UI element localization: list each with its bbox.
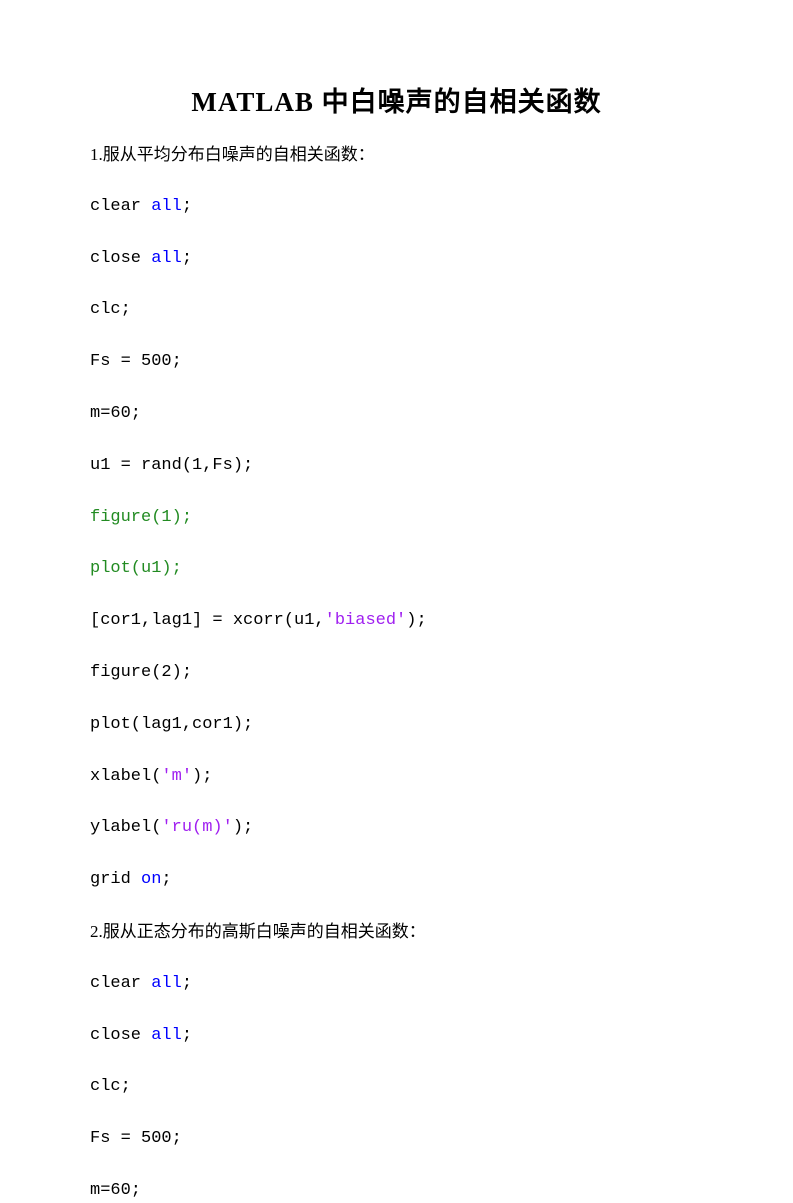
code-token: all <box>151 1026 182 1045</box>
code-token: 'ru(m)' <box>161 818 232 837</box>
code-token: ); <box>192 767 212 786</box>
code-line: close all; <box>90 1024 703 1048</box>
code-token: close <box>90 1026 151 1045</box>
code-token: all <box>151 249 182 268</box>
code-token: ); <box>406 611 426 630</box>
code-token: ; <box>182 1026 192 1045</box>
code-line: Fs = 500; <box>90 1127 703 1151</box>
code-token: m=60; <box>90 1181 141 1200</box>
code-line: clc; <box>90 298 703 322</box>
section-heading: 1.服从平均分布白噪声的自相关函数： <box>90 143 703 167</box>
code-line: clc; <box>90 1075 703 1099</box>
code-token: on <box>141 870 161 889</box>
code-line: figure(2); <box>90 661 703 685</box>
document-body: 1.服从平均分布白噪声的自相关函数：clear all;close all;cl… <box>90 143 703 1203</box>
code-token: ylabel( <box>90 818 161 837</box>
code-token: 'biased' <box>325 611 407 630</box>
code-token: all <box>151 974 182 993</box>
code-token: clear <box>90 197 151 216</box>
code-token: grid <box>90 870 141 889</box>
code-line: m=60; <box>90 1179 703 1203</box>
code-line: close all; <box>90 247 703 271</box>
code-token: Fs = 500; <box>90 1129 182 1148</box>
code-token: plot(u1); <box>90 559 182 578</box>
code-line: plot(lag1,cor1); <box>90 713 703 737</box>
code-token: ; <box>182 974 192 993</box>
code-token: figure(2); <box>90 663 192 682</box>
code-token: 'm' <box>161 767 192 786</box>
code-token: [cor1,lag1] = xcorr(u1, <box>90 611 325 630</box>
code-line: m=60; <box>90 402 703 426</box>
code-line: u1 = rand(1,Fs); <box>90 454 703 478</box>
code-token: 2.服从正态分布的高斯白噪声的自相关函数： <box>90 922 426 941</box>
code-token: m=60; <box>90 404 141 423</box>
code-token: ; <box>161 870 171 889</box>
code-token: clc; <box>90 1077 131 1096</box>
code-token: Fs = 500; <box>90 352 182 371</box>
section-heading: 2.服从正态分布的高斯白噪声的自相关函数： <box>90 920 703 944</box>
code-line: ylabel('ru(m)'); <box>90 816 703 840</box>
code-line: Fs = 500; <box>90 350 703 374</box>
code-line: grid on; <box>90 868 703 892</box>
code-token: xlabel( <box>90 767 161 786</box>
code-line: xlabel('m'); <box>90 765 703 789</box>
code-line: figure(1); <box>90 506 703 530</box>
code-token: clear <box>90 974 151 993</box>
code-line: plot(u1); <box>90 557 703 581</box>
code-token: clc; <box>90 300 131 319</box>
code-token: figure(1); <box>90 508 192 527</box>
code-token: 1.服从平均分布白噪声的自相关函数： <box>90 145 375 164</box>
code-token: ; <box>182 197 192 216</box>
code-token: u1 = rand(1,Fs); <box>90 456 253 475</box>
code-token: close <box>90 249 151 268</box>
code-token: ; <box>182 249 192 268</box>
code-token: all <box>151 197 182 216</box>
code-token: plot(lag1,cor1); <box>90 715 253 734</box>
code-line: clear all; <box>90 972 703 996</box>
code-line: clear all; <box>90 195 703 219</box>
code-line: [cor1,lag1] = xcorr(u1,'biased'); <box>90 609 703 633</box>
code-token: ); <box>233 818 253 837</box>
document-title: MATLAB 中白噪声的自相关函数 <box>90 80 703 119</box>
